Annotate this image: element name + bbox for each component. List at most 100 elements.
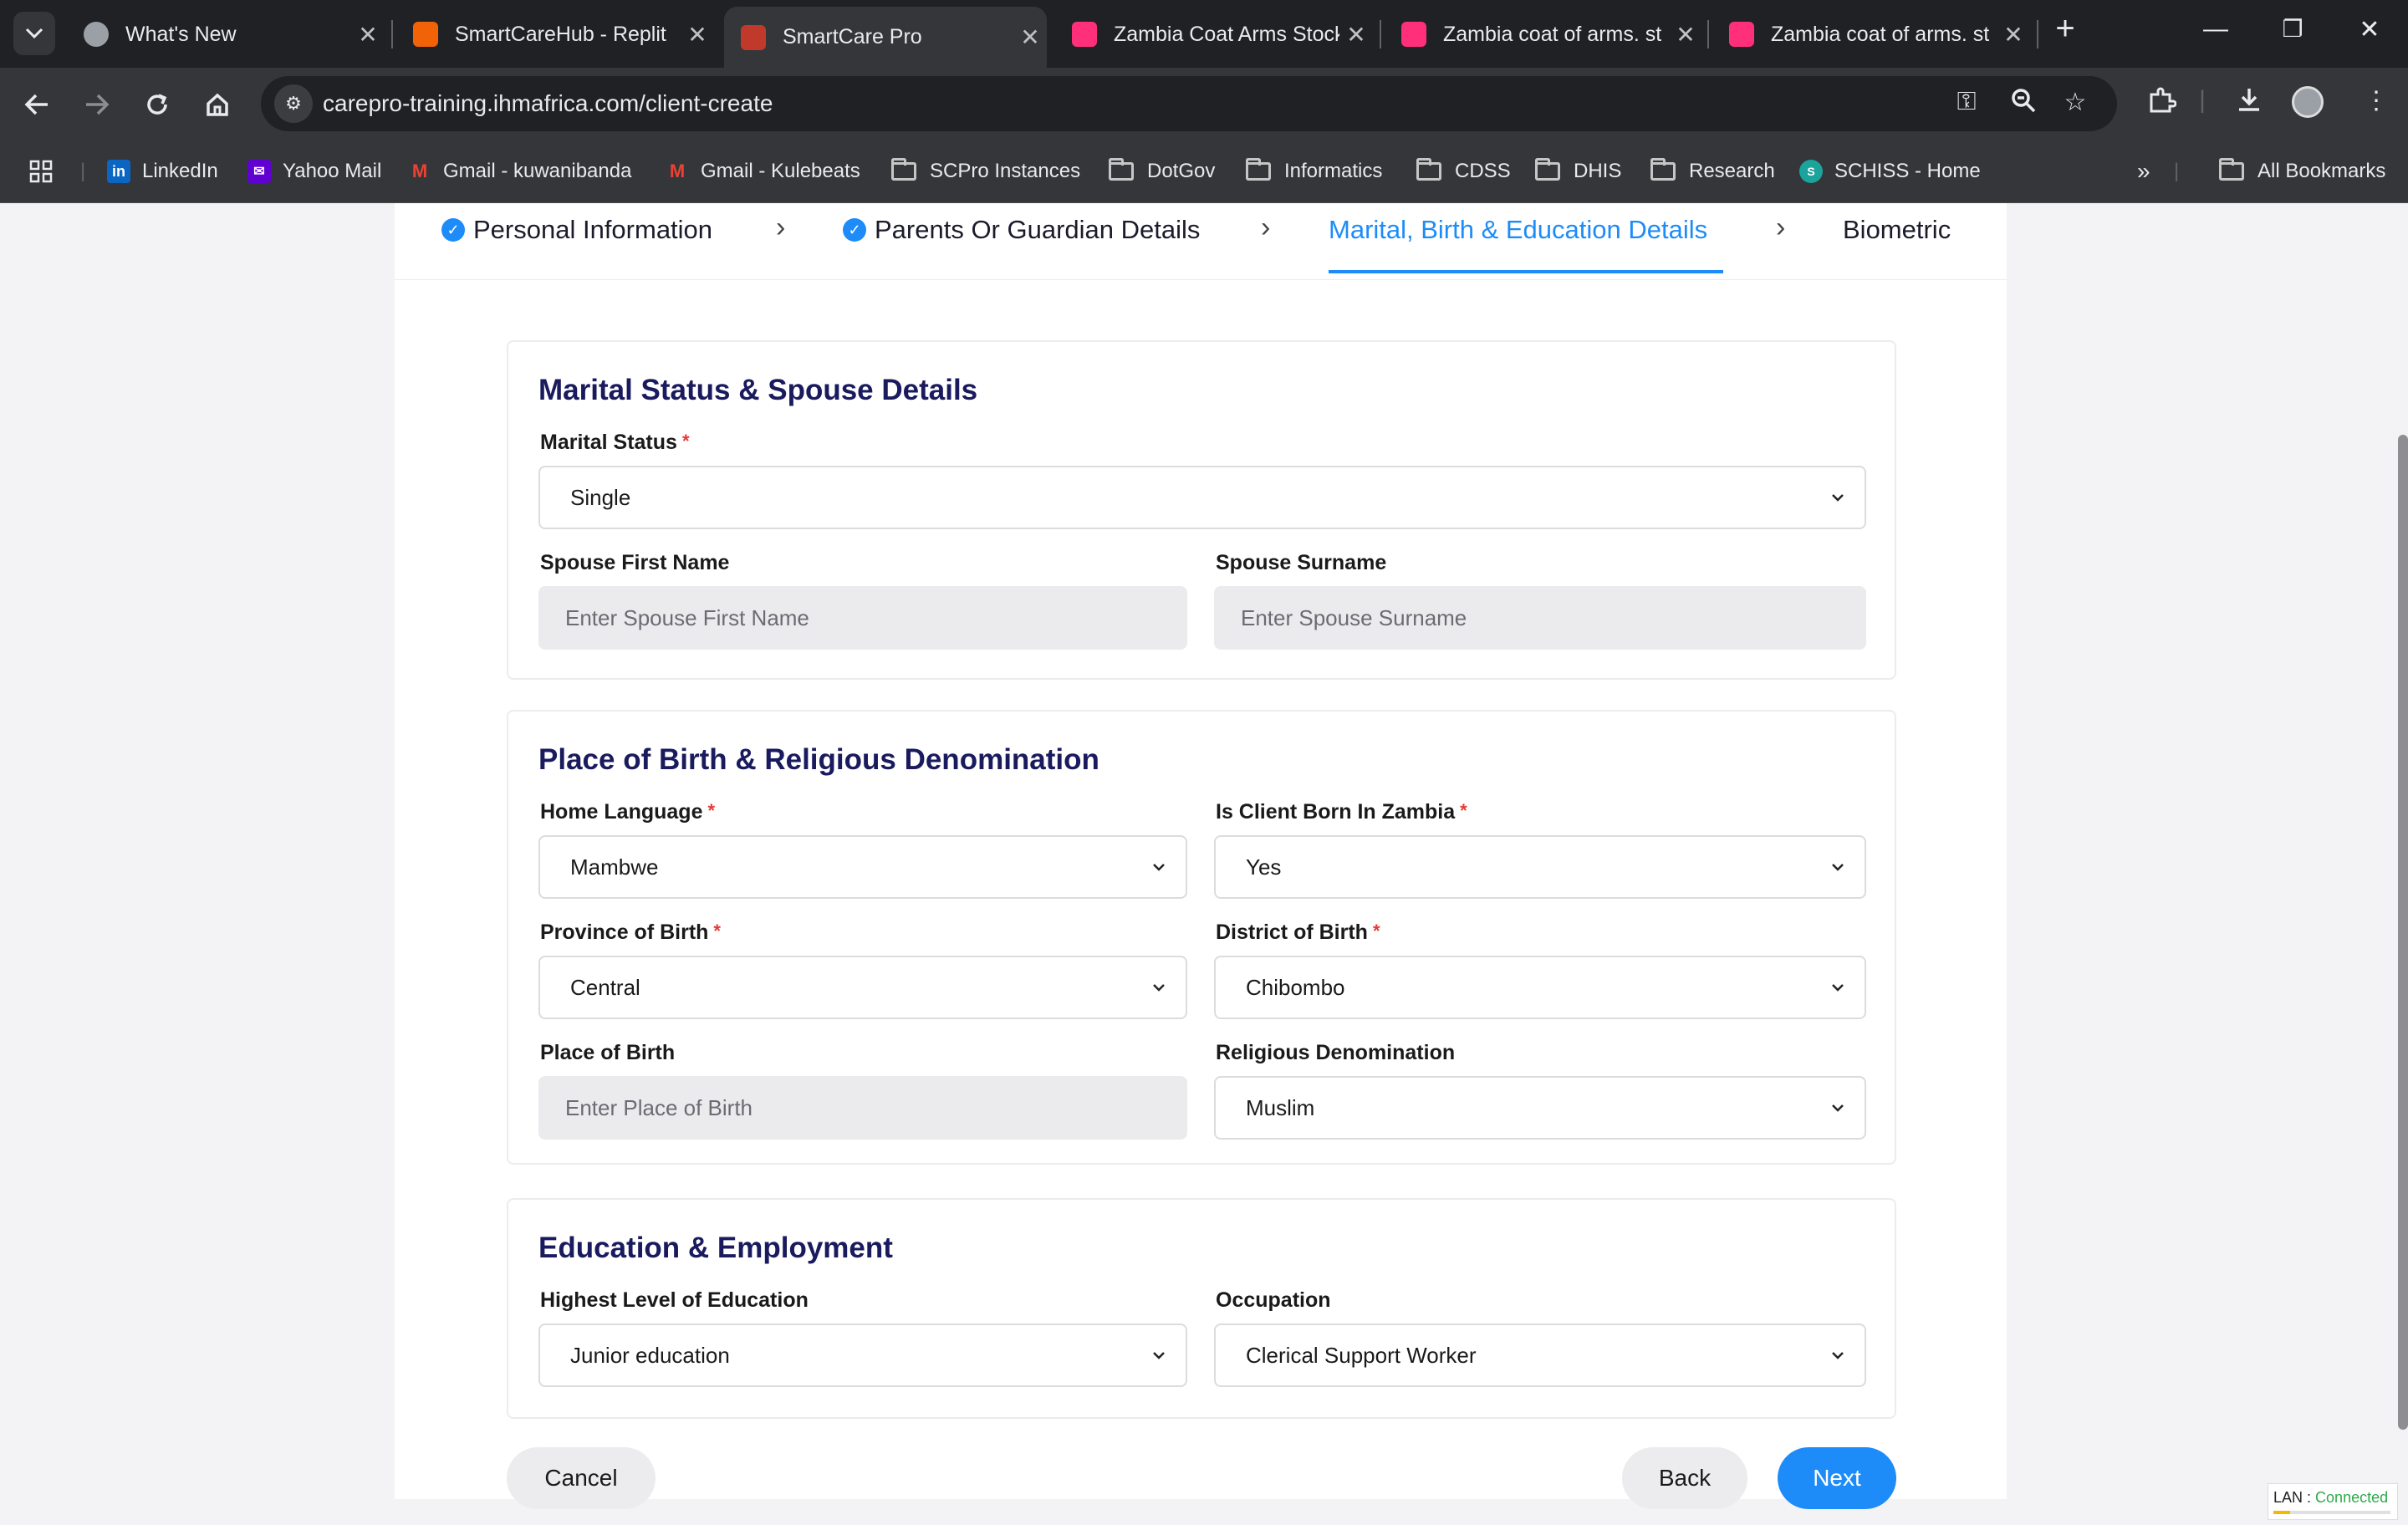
required-marker: * (1372, 921, 1380, 941)
bookmark-star-icon[interactable]: ☆ (2059, 88, 2092, 117)
url-text[interactable]: carepro-training.ihmafrica.com/client-cr… (323, 90, 773, 117)
cancel-button[interactable]: Cancel (507, 1447, 656, 1509)
password-key-icon[interactable]: ⚿ (1950, 88, 1983, 116)
forward-nav-button[interactable] (79, 86, 115, 123)
bookmark-folder-informatics[interactable]: Informatics (1246, 153, 1382, 190)
replit-icon (413, 22, 438, 47)
close-tab-icon[interactable]: ✕ (1669, 21, 1702, 48)
close-window-button[interactable]: ✕ (2344, 15, 2395, 44)
close-tab-icon[interactable]: ✕ (1013, 23, 1047, 51)
close-tab-icon[interactable]: ✕ (1997, 21, 2030, 48)
bookmark-folder-dotgov[interactable]: DotGov (1109, 153, 1215, 190)
bookmark-label: DotGov (1147, 160, 1216, 182)
religious-denomination-select[interactable]: Muslim (1214, 1076, 1866, 1140)
minimize-button[interactable]: — (2191, 15, 2241, 43)
folder-icon (1650, 158, 1676, 181)
reload-button[interactable] (139, 86, 176, 123)
tab-title: Zambia coat of arms. st (1443, 22, 1662, 46)
folder-icon (1246, 158, 1271, 181)
next-button[interactable]: Next (1778, 1447, 1896, 1509)
tab-smartcarehub-replit[interactable]: SmartCareHub - Replit ✕ (396, 10, 714, 59)
gmail-icon: M (411, 161, 428, 181)
spouse-surname-label: Spouse Surname (1216, 551, 1387, 574)
tab-smartcare-pro[interactable]: SmartCare Pro ✕ (724, 7, 1047, 68)
label-text: Home Language (540, 800, 703, 824)
browser-menu-icon[interactable]: ⋮ (2356, 86, 2396, 115)
client-create-card: ✓ Personal Information › ✓ Parents Or Gu… (395, 203, 2007, 1509)
bookmark-label: Gmail - kuwanibanda (443, 160, 632, 182)
bookmark-folder-scpro-instances[interactable]: SCPro Instances (891, 153, 1080, 190)
back-nav-button[interactable] (18, 86, 55, 123)
education-level-select[interactable]: Junior education (538, 1324, 1187, 1387)
step-biometric[interactable]: Biometric (1843, 207, 1951, 253)
step-parents-guardian[interactable]: ✓ Parents Or Guardian Details (843, 207, 1200, 253)
bookmark-linkedin[interactable]: in LinkedIn (107, 153, 218, 190)
district-of-birth-select[interactable]: Chibombo (1214, 956, 1866, 1019)
marital-status-select[interactable]: Single (538, 466, 1866, 529)
chevron-down-icon (1153, 984, 1165, 992)
step-personal-information[interactable]: ✓ Personal Information (441, 207, 712, 253)
bookmark-yahoo-mail[interactable]: ✉ Yahoo Mail (247, 153, 381, 190)
bookmark-label: LinkedIn (142, 160, 218, 182)
close-tab-icon[interactable]: ✕ (1339, 21, 1373, 48)
chevron-down-icon (1832, 1352, 1844, 1359)
spouse-first-name-input[interactable]: Enter Spouse First Name (538, 586, 1187, 650)
chevron-down-icon (1153, 1352, 1165, 1359)
restore-button[interactable]: ❐ (2268, 15, 2318, 43)
folder-icon (2219, 158, 2244, 181)
close-tab-icon[interactable]: ✕ (351, 21, 385, 48)
extensions-icon[interactable] (2142, 86, 2182, 121)
close-tab-icon[interactable]: ✕ (681, 21, 714, 48)
required-marker: * (1460, 800, 1467, 821)
chevron-right-icon: › (1261, 212, 1271, 243)
home-button[interactable] (199, 86, 236, 123)
tab-zambia-coat-of-arms-1[interactable]: Zambia coat of arms. st ✕ (1385, 10, 1702, 59)
bookmark-folder-dhis[interactable]: DHIS (1535, 153, 1621, 190)
home-icon (207, 93, 228, 116)
stock-site-icon (1072, 22, 1097, 47)
all-bookmarks-button[interactable]: All Bookmarks (2219, 153, 2385, 190)
occupation-select[interactable]: Clerical Support Worker (1214, 1324, 1866, 1387)
apps-grid-icon[interactable] (28, 153, 54, 190)
place-of-birth-input[interactable]: Enter Place of Birth (538, 1076, 1187, 1140)
downloads-icon[interactable] (2229, 86, 2269, 120)
home-language-select[interactable]: Mambwe (538, 835, 1187, 899)
bookmark-label: SCHISS - Home (1834, 160, 1981, 182)
more-bookmarks-icon[interactable]: » (2137, 153, 2150, 190)
province-of-birth-select[interactable]: Central (538, 956, 1187, 1019)
placeholder-text: Enter Spouse First Name (565, 604, 809, 630)
bookmark-schiss-home[interactable]: S SCHISS - Home (1799, 153, 1981, 190)
bookmark-folder-cdss[interactable]: CDSS (1416, 153, 1511, 190)
zoom-icon[interactable] (2007, 88, 2040, 120)
folder-icon (1535, 158, 1560, 181)
back-button[interactable]: Back (1622, 1447, 1747, 1509)
marital-status-section: Marital Status & Spouse Details Marital … (507, 340, 1896, 680)
page-scrollbar[interactable] (2398, 435, 2408, 1430)
chevron-down-icon (1832, 864, 1844, 871)
lan-signal-bar (2273, 1511, 2390, 1514)
born-in-zambia-select[interactable]: Yes (1214, 835, 1866, 899)
tab-zambia-coat-arms-stock[interactable]: Zambia Coat Arms Stock ✕ (1055, 10, 1373, 59)
new-tab-button[interactable]: + (2040, 10, 2090, 48)
browser-toolbar: ⚙ carepro-training.ihmafrica.com/client-… (0, 68, 2408, 140)
tab-zambia-coat-of-arms-2[interactable]: Zambia coat of arms. st ✕ (1712, 10, 2030, 59)
tab-whats-new[interactable]: What's New ✕ (67, 10, 385, 59)
selected-value: Junior education (570, 1342, 730, 1368)
address-bar[interactable]: ⚙ carepro-training.ihmafrica.com/client-… (261, 76, 2117, 131)
profile-avatar[interactable] (2288, 86, 2328, 125)
chevron-down-icon (1832, 984, 1844, 992)
section-title: Place of Birth & Religious Denomination (538, 743, 1099, 776)
bookmark-folder-research[interactable]: Research (1650, 153, 1775, 190)
chevron-down-icon (1832, 494, 1844, 502)
tab-search-button[interactable] (13, 12, 55, 55)
place-of-birth-section: Place of Birth & Religious Denomination … (507, 710, 1896, 1165)
step-marital-birth-education[interactable]: Marital, Birth & Education Details (1329, 207, 1707, 253)
bookmark-gmail-kuwanibanda[interactable]: M Gmail - kuwanibanda (408, 153, 632, 190)
tab-title: SmartCare Pro (783, 25, 922, 48)
magnifier-icon (2012, 89, 2036, 113)
bookmark-gmail-kulebeats[interactable]: M Gmail - Kulebeats (666, 153, 860, 190)
arrow-right-icon (86, 94, 110, 115)
placeholder-text: Enter Spouse Surname (1241, 604, 1467, 630)
spouse-surname-input[interactable]: Enter Spouse Surname (1214, 586, 1866, 650)
site-info-icon[interactable]: ⚙ (274, 84, 313, 123)
